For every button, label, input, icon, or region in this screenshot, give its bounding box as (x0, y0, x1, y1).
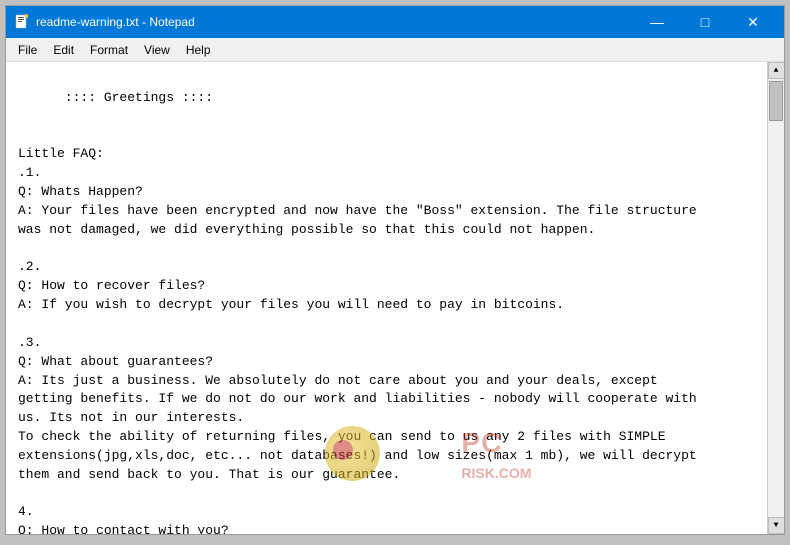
watermark-domain-text: RISK.COM (461, 465, 531, 481)
scroll-down-button[interactable]: ▼ (768, 517, 785, 534)
title-bar-left: readme-warning.txt - Notepad (14, 14, 195, 30)
notepad-icon (14, 14, 30, 30)
scrollbar[interactable]: ▲ ▼ (767, 62, 784, 534)
minimize-button[interactable]: — (634, 10, 680, 34)
close-button[interactable]: ✕ (730, 10, 776, 34)
title-bar: readme-warning.txt - Notepad — □ ✕ (6, 6, 784, 38)
window-title: readme-warning.txt - Notepad (36, 15, 195, 29)
maximize-button[interactable]: □ (682, 10, 728, 34)
notepad-window: readme-warning.txt - Notepad — □ ✕ File … (5, 5, 785, 535)
text-editor[interactable]: :::: Greetings :::: Little FAQ: .1. Q: W… (6, 62, 767, 534)
menu-bar: File Edit Format View Help (6, 38, 784, 62)
menu-edit[interactable]: Edit (45, 41, 82, 59)
menu-format[interactable]: Format (82, 41, 136, 59)
menu-view[interactable]: View (136, 41, 178, 59)
menu-help[interactable]: Help (178, 41, 219, 59)
menu-file[interactable]: File (10, 41, 45, 59)
content-area: :::: Greetings :::: Little FAQ: .1. Q: W… (6, 62, 784, 534)
scroll-up-button[interactable]: ▲ (768, 62, 785, 79)
title-bar-controls: — □ ✕ (634, 10, 776, 34)
editor-content: :::: Greetings :::: Little FAQ: .1. Q: W… (18, 90, 697, 534)
scroll-thumb[interactable] (769, 81, 783, 121)
scroll-track[interactable] (768, 79, 784, 517)
